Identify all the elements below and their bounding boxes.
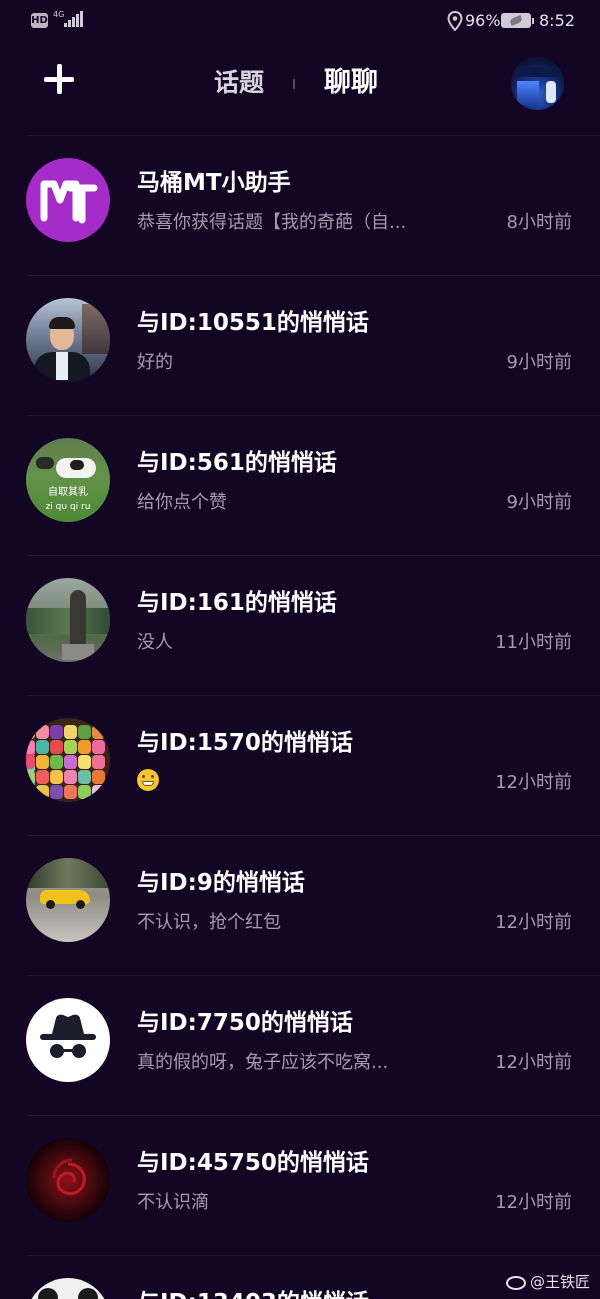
battery-percent: 96% (465, 11, 501, 30)
conversation-preview: 没人 (137, 632, 173, 653)
conversation-time: 12小时前 (495, 772, 572, 793)
battery-icon (501, 13, 534, 28)
conversation-item[interactable]: 自取其乳 zi qu qi ru 与ID:561的悄悄话 给你点个赞 9小时前 (0, 416, 600, 556)
contact-avatar (26, 1138, 110, 1222)
contact-avatar (26, 718, 110, 802)
watermark-text: @王铁匠 (530, 1273, 591, 1291)
conversation-title: 与ID:10551的悄悄话 (137, 310, 369, 336)
conversation-time: 12小时前 (495, 1052, 572, 1073)
mt-assistant-avatar (26, 158, 110, 242)
conversation-preview: 不认识，抢个红包 (137, 912, 281, 933)
conversation-time: 8小时前 (506, 212, 572, 233)
contact-avatar: 自取其乳 zi qu qi ru (26, 438, 110, 522)
conversation-title: 与ID:1570的悄悄话 (137, 730, 353, 756)
conversation-time: 9小时前 (506, 492, 572, 513)
conversation-item[interactable]: 与ID:10551的悄悄话 好的 9小时前 (0, 276, 600, 416)
contact-avatar (26, 1278, 110, 1299)
top-header: 话题 聊聊 (0, 48, 600, 128)
conversation-title: 与ID:161的悄悄话 (137, 590, 337, 616)
contact-avatar (26, 998, 110, 1082)
signal-strength-icon (64, 11, 83, 27)
conversation-item[interactable]: 与ID:161的悄悄话 没人 11小时前 (0, 556, 600, 696)
add-button[interactable] (42, 62, 76, 96)
status-bar: HD 4G 96% 8:52 (0, 0, 600, 42)
conversation-item[interactable]: 与ID:9的悄悄话 不认识，抢个红包 12小时前 (0, 836, 600, 976)
hd-badge: HD (31, 13, 48, 28)
location-icon (447, 11, 463, 31)
conversation-time: 11小时前 (495, 632, 572, 653)
conversation-item[interactable]: 与ID:7750的悄悄话 真的假的呀，兔子应该不吃窝... 12小时前 (0, 976, 600, 1116)
conversation-title: 与ID:7750的悄悄话 (137, 1010, 353, 1036)
conversation-preview (137, 769, 437, 797)
tab-chat[interactable]: 聊聊 (324, 66, 378, 100)
incognito-icon (40, 1014, 96, 1058)
contact-avatar (26, 578, 110, 662)
status-time: 8:52 (539, 11, 575, 30)
weibo-icon (506, 1276, 526, 1290)
conversation-item[interactable]: 与ID:1570的悄悄话 12小时前 (0, 696, 600, 836)
user-avatar[interactable] (511, 57, 564, 110)
tab-topics[interactable]: 话题 (214, 66, 264, 100)
conversation-title: 马桶MT小助手 (137, 170, 291, 196)
avatar-caption: 自取其乳 (48, 487, 88, 498)
conversation-preview: 不认识滴 (137, 1192, 209, 1213)
tab-divider (293, 79, 295, 89)
conversation-title: 与ID:45750的悄悄话 (137, 1150, 369, 1176)
network-type: 4G (53, 10, 65, 19)
conversation-title: 与ID:561的悄悄话 (137, 450, 337, 476)
conversation-time: 12小时前 (495, 912, 572, 933)
conversation-title: 与ID:13403的悄悄话 (137, 1286, 369, 1299)
avatar-caption-pinyin: zi qu qi ru (45, 502, 91, 512)
conversation-time: 9小时前 (506, 352, 572, 373)
conversation-item[interactable]: 与ID:45750的悄悄话 不认识滴 12小时前 (0, 1116, 600, 1256)
conversation-time: 12小时前 (495, 1192, 572, 1213)
conversation-preview: 好的 (137, 352, 173, 373)
conversation-preview: 真的假的呀，兔子应该不吃窝... (137, 1052, 389, 1073)
grinning-face-emoji-icon (137, 769, 159, 791)
panda-icon (38, 1288, 98, 1299)
conversation-item[interactable]: 马桶MT小助手 恭喜你获得话题【我的奇葩（自... 8小时前 (0, 136, 600, 276)
contact-avatar (26, 858, 110, 942)
contact-avatar (26, 298, 110, 382)
conversation-title: 与ID:9的悄悄话 (137, 870, 305, 896)
mt-logo-icon (40, 180, 98, 224)
conversation-preview: 恭喜你获得话题【我的奇葩（自... (137, 212, 407, 233)
rose-icon (52, 1158, 86, 1196)
conversation-preview: 给你点个赞 (137, 492, 227, 513)
